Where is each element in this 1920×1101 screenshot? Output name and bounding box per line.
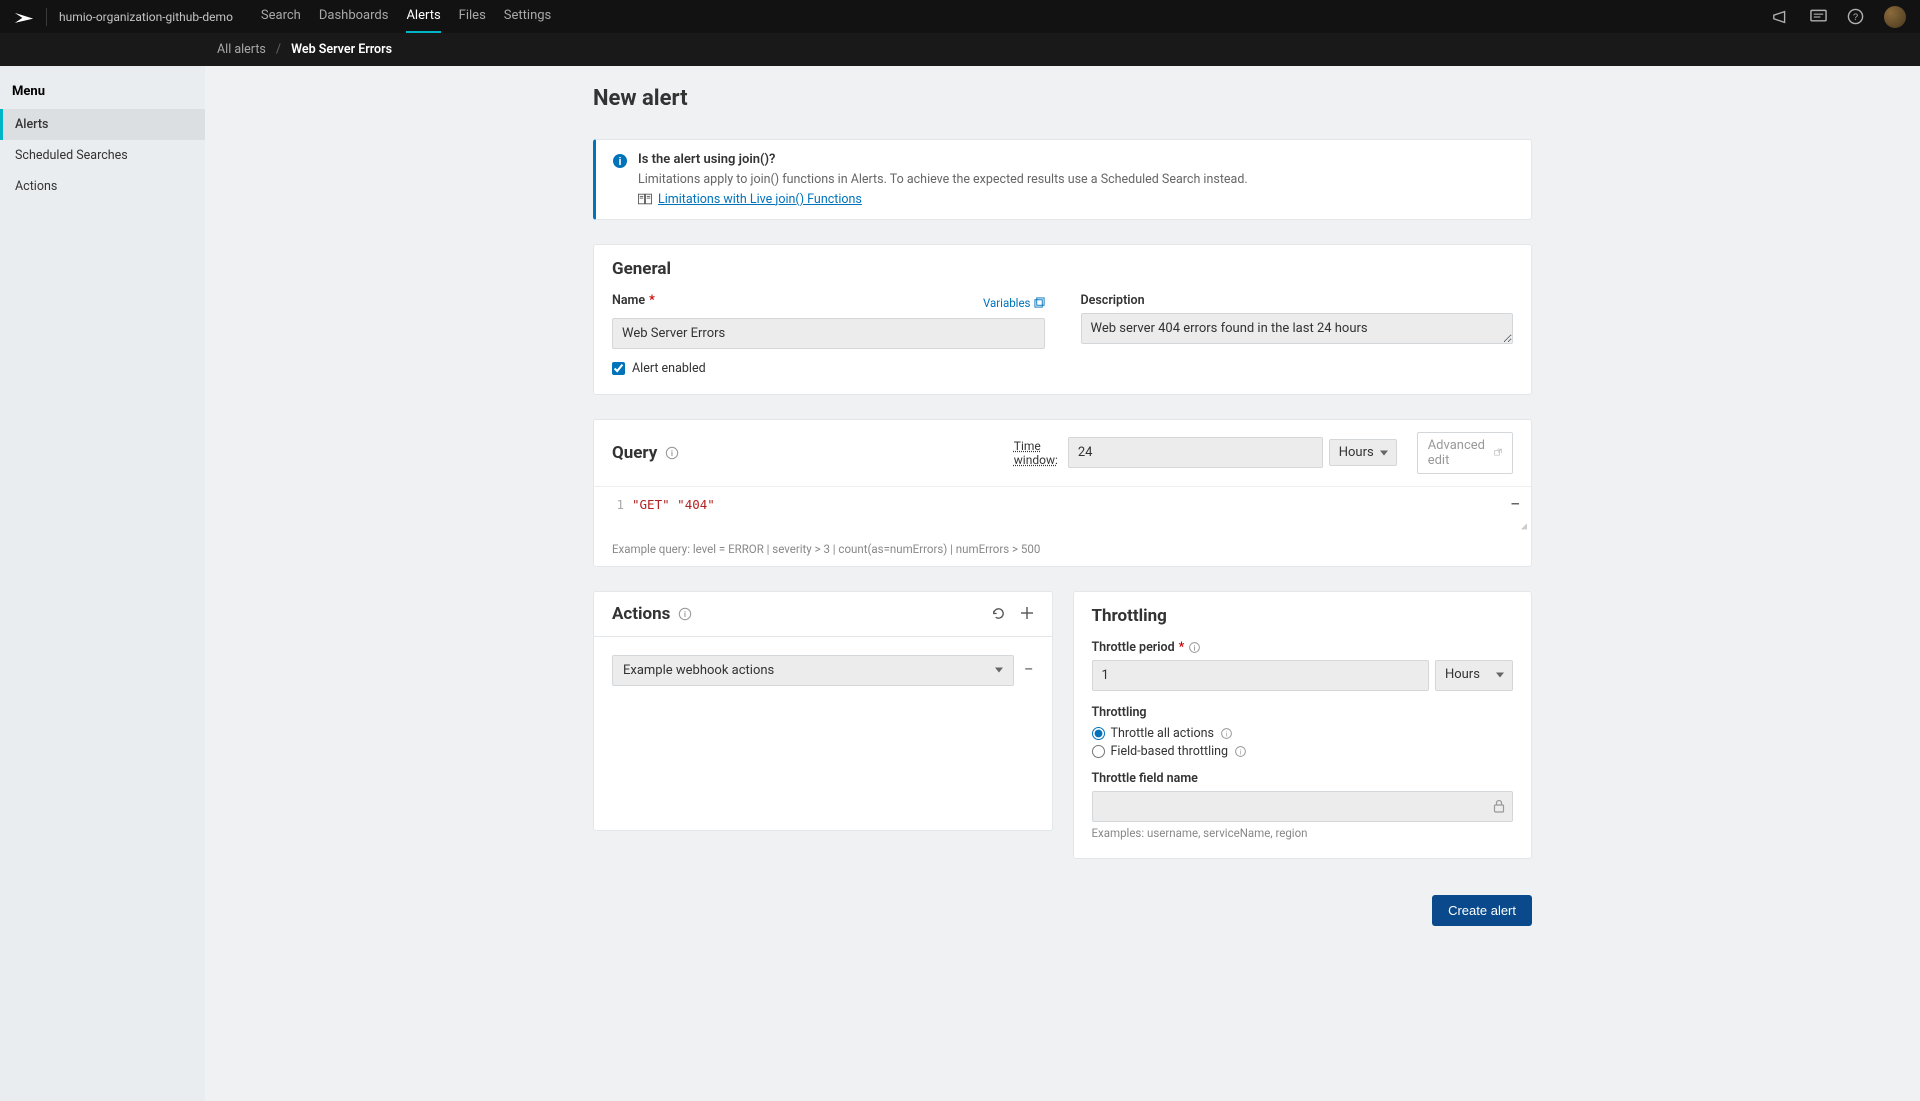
top-icons: ?	[1772, 6, 1906, 28]
query-title: Query	[612, 443, 657, 463]
throttle-examples: Examples: username, serviceName, region	[1092, 826, 1514, 840]
create-alert-button[interactable]: Create alert	[1432, 895, 1532, 926]
announce-icon[interactable]	[1772, 9, 1790, 25]
svg-text:i: i	[618, 156, 621, 168]
query-info-icon[interactable]: i	[665, 446, 679, 460]
field-throttling-info-icon[interactable]: i	[1234, 745, 1247, 758]
page-title: New alert	[593, 86, 1532, 111]
sidebar-item-scheduled[interactable]: Scheduled Searches	[0, 140, 205, 171]
throttle-period-label: Throttle period	[1092, 640, 1175, 655]
throttle-period-input[interactable]	[1092, 660, 1429, 691]
throttle-field-label: Throttle field name	[1092, 771, 1514, 786]
throttling-card: Throttling Throttle period* i Hours Thro…	[1073, 591, 1533, 859]
description-input[interactable]: Web server 404 errors found in the last …	[1081, 313, 1514, 344]
nav-files[interactable]: Files	[459, 0, 486, 33]
nav-search[interactable]: Search	[261, 0, 301, 33]
breadcrumb-current: Web Server Errors	[291, 42, 392, 57]
alert-enabled-checkbox[interactable]	[612, 362, 625, 375]
throttling-title: Throttling	[1092, 606, 1514, 626]
chat-icon[interactable]	[1810, 9, 1827, 25]
svg-text:?: ?	[1853, 12, 1858, 23]
sidebar-item-actions[interactable]: Actions	[0, 171, 205, 202]
nav-settings[interactable]: Settings	[504, 0, 551, 33]
field-throttling-radio[interactable]	[1092, 745, 1105, 758]
action-select[interactable]: Example webhook actions	[612, 655, 1014, 686]
remove-action-icon[interactable]: −	[1024, 660, 1034, 680]
collapse-icon[interactable]: —	[1511, 495, 1519, 510]
actions-card: Actions i Example webhook actions	[593, 591, 1053, 831]
throttle-period-info-icon[interactable]: i	[1188, 641, 1201, 654]
help-icon[interactable]: ?	[1847, 8, 1864, 25]
doc-icon	[638, 193, 652, 205]
name-label: Name	[612, 293, 645, 308]
svg-text:i: i	[684, 610, 686, 619]
info-banner: i Is the alert using join()? Limitations…	[593, 139, 1532, 220]
general-title: General	[612, 259, 1513, 279]
name-input[interactable]	[612, 318, 1045, 349]
sidebar-item-alerts[interactable]: Alerts	[0, 109, 205, 140]
nav-dashboards[interactable]: Dashboards	[319, 0, 389, 33]
info-icon: i	[612, 153, 628, 207]
sidebar-heading: Menu	[0, 84, 205, 109]
query-editor[interactable]: 1"GET" "404" — ◢	[594, 486, 1531, 536]
banner-text: Limitations apply to join() functions in…	[638, 171, 1248, 190]
topbar: humio-organization-github-demo Search Da…	[0, 0, 1920, 33]
svg-text:i: i	[1226, 731, 1228, 738]
topnav: Search Dashboards Alerts Files Settings	[261, 0, 551, 33]
logo[interactable]	[14, 7, 34, 27]
svg-text:i: i	[1240, 749, 1242, 756]
throttle-field-input	[1092, 791, 1514, 822]
add-icon[interactable]	[1020, 606, 1034, 621]
time-window-label[interactable]: Time window:	[1014, 439, 1058, 467]
general-card: General Name * Variables	[593, 244, 1532, 395]
org-name[interactable]: humio-organization-github-demo	[59, 10, 233, 24]
divider	[46, 8, 47, 26]
sidebar: Menu Alerts Scheduled Searches Actions	[0, 66, 205, 1101]
breadcrumb-sep: /	[276, 42, 281, 57]
throttling-subheading: Throttling	[1092, 705, 1514, 720]
time-value-input[interactable]	[1068, 437, 1323, 468]
query-card: Query i Time window: Hours Advanced edit	[593, 419, 1532, 567]
breadcrumb-bar: All alerts / Web Server Errors	[0, 33, 1920, 66]
actions-info-icon[interactable]: i	[678, 607, 692, 621]
alert-enabled-label: Alert enabled	[632, 361, 706, 376]
required-marker: *	[649, 293, 655, 308]
throttle-all-info-icon[interactable]: i	[1220, 727, 1233, 740]
description-label: Description	[1081, 293, 1514, 308]
banner-heading: Is the alert using join()?	[638, 152, 1248, 167]
line-number: 1	[608, 497, 624, 512]
throttle-all-label: Throttle all actions	[1111, 726, 1214, 741]
breadcrumb-parent[interactable]: All alerts	[217, 42, 266, 57]
refresh-icon[interactable]	[991, 606, 1006, 621]
variables-link[interactable]: Variables	[983, 296, 1045, 310]
throttle-all-radio[interactable]	[1092, 727, 1105, 740]
actions-title: Actions	[612, 604, 670, 624]
advanced-edit-button[interactable]: Advanced edit	[1417, 432, 1513, 474]
time-unit-select[interactable]: Hours	[1329, 439, 1397, 466]
field-throttling-label: Field-based throttling	[1111, 744, 1229, 759]
nav-alerts[interactable]: Alerts	[406, 0, 440, 33]
query-example: Example query: level = ERROR | severity …	[594, 536, 1531, 566]
throttle-unit-select[interactable]: Hours	[1435, 660, 1513, 691]
content: New alert i Is the alert using join()? L…	[205, 66, 1920, 1101]
banner-link[interactable]: Limitations with Live join() Functions	[658, 192, 862, 207]
resize-handle[interactable]: ◢	[1521, 521, 1527, 532]
svg-text:i: i	[671, 449, 673, 458]
avatar[interactable]	[1884, 6, 1906, 28]
svg-text:i: i	[1194, 645, 1196, 652]
lock-icon	[1493, 799, 1505, 813]
